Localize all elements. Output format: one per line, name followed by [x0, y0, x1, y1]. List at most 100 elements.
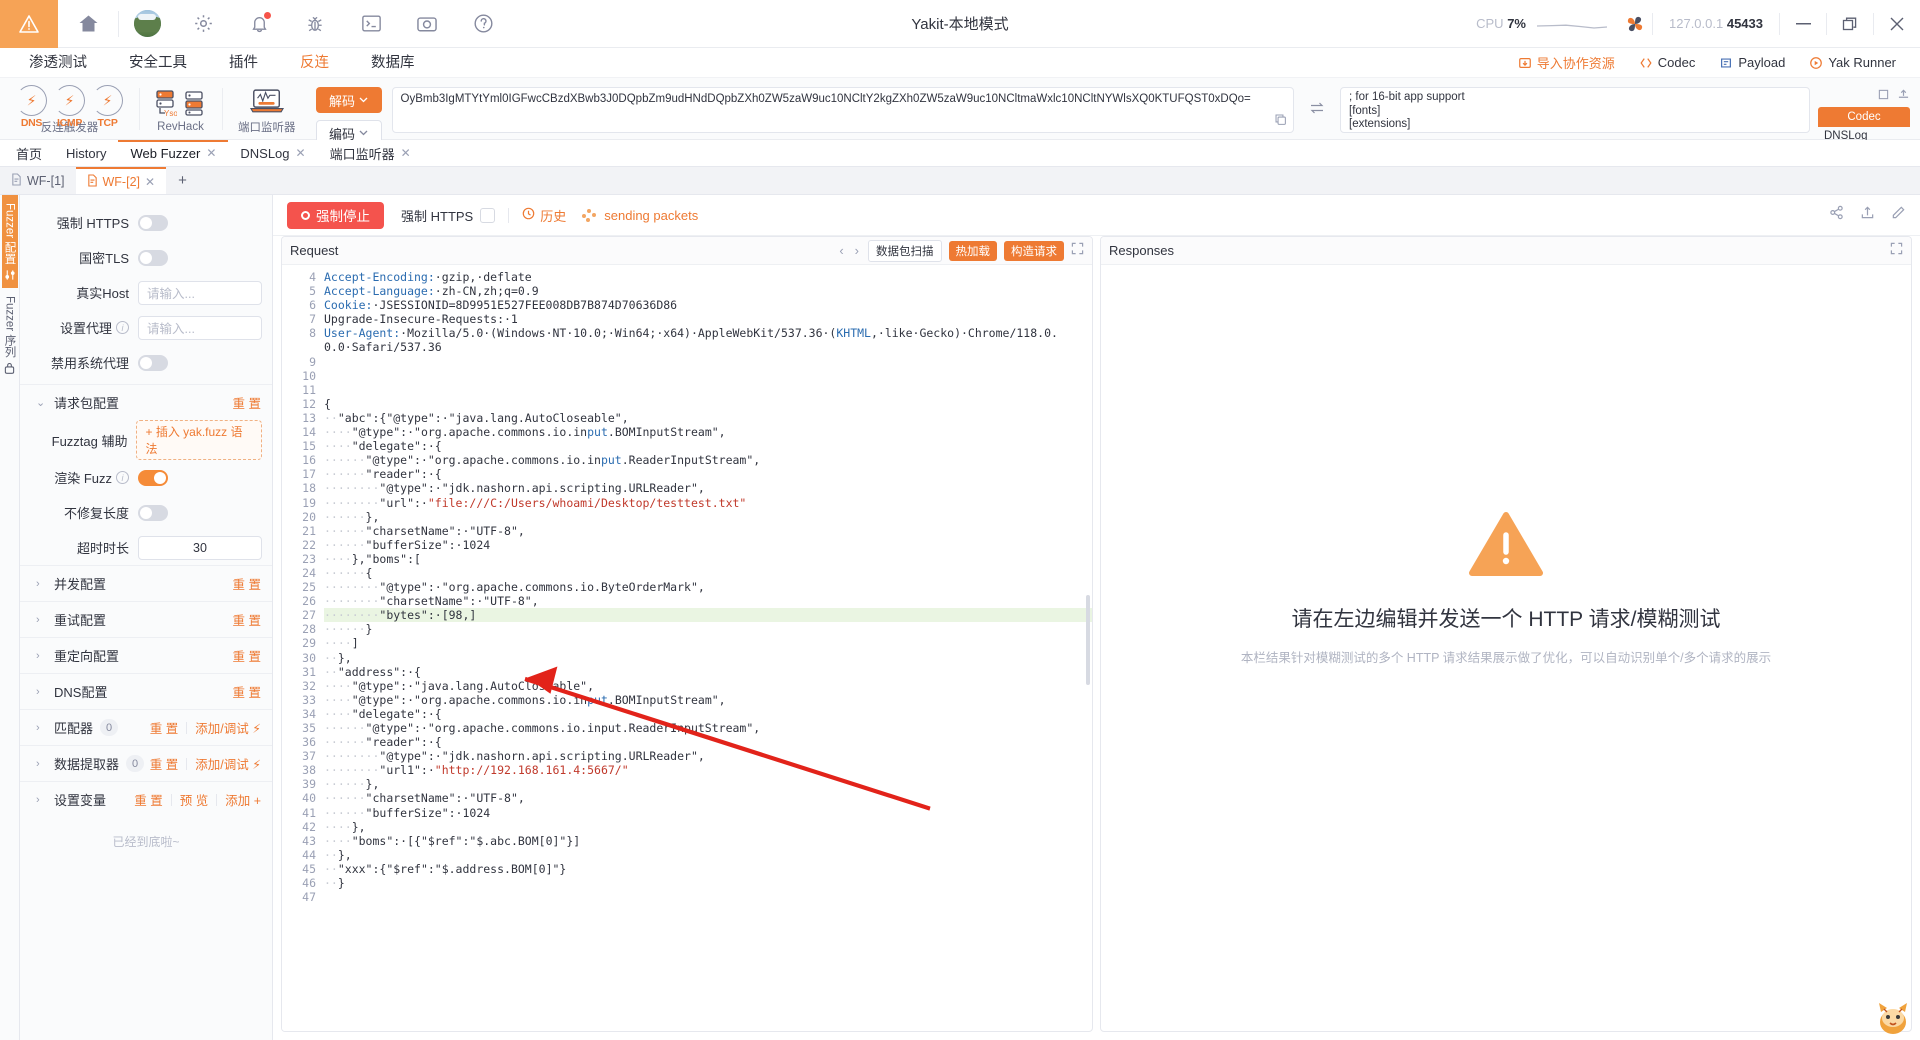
- restore-small-icon[interactable]: [1878, 87, 1889, 105]
- import-collab-resource-button[interactable]: 导入协作资源: [1508, 50, 1625, 75]
- code-line[interactable]: 0.0·Safari/537.36: [324, 340, 1092, 354]
- edit-icon[interactable]: [1891, 205, 1906, 225]
- code-line[interactable]: [324, 383, 1092, 397]
- bug-icon[interactable]: [287, 0, 343, 48]
- code-line[interactable]: [324, 890, 1092, 904]
- reset-extractor[interactable]: 重 置: [150, 754, 178, 773]
- code-line[interactable]: [324, 355, 1092, 369]
- code-line[interactable]: ······"bufferSize":·1024: [324, 538, 1092, 552]
- chevron-left-icon[interactable]: ‹: [837, 243, 845, 258]
- gear-icon[interactable]: [175, 0, 231, 48]
- tab-history[interactable]: History: [54, 140, 118, 166]
- chevron-right-icon[interactable]: ›: [853, 243, 861, 258]
- code-line[interactable]: ······"charsetName":·"UTF-8",: [324, 524, 1092, 538]
- code-line[interactable]: ····"@type":·"org.apache.commons.io.inpu…: [324, 693, 1092, 707]
- share-icon[interactable]: [1829, 205, 1844, 225]
- rail-tab-fuzzer-config[interactable]: Fuzzer 配置: [1, 195, 18, 289]
- info-icon[interactable]: i: [116, 321, 129, 334]
- tiger-mascot[interactable]: [1872, 996, 1914, 1036]
- reset-dns-config[interactable]: 重 置: [233, 682, 261, 701]
- input-real-host[interactable]: 请输入...: [138, 280, 262, 305]
- expand-icon[interactable]: [1071, 242, 1084, 260]
- server-icon[interactable]: [184, 89, 206, 117]
- code-line[interactable]: [324, 369, 1092, 383]
- close-icon[interactable]: ✕: [145, 175, 155, 189]
- menu-item-4[interactable]: 数据库: [350, 48, 436, 78]
- tab-dnslog[interactable]: DNSLog ✕: [228, 140, 317, 166]
- home-icon[interactable]: [58, 0, 118, 48]
- codec-chip[interactable]: Codec: [1818, 107, 1910, 127]
- reset-variables[interactable]: 重 置: [134, 790, 162, 809]
- code-line[interactable]: ······"@type":·"org.apache.commons.io.in…: [324, 453, 1092, 467]
- user-avatar[interactable]: [119, 0, 175, 48]
- decode-button[interactable]: 解码: [315, 87, 382, 113]
- close-icon[interactable]: ✕: [206, 146, 216, 160]
- code-line[interactable]: ········"@type":·"jdk.nashorn.api.script…: [324, 749, 1092, 763]
- insert-yakfuzz-syntax-button[interactable]: + 插入 yak.fuzz 语法: [136, 420, 262, 460]
- add-fuzzer-tab-button[interactable]: +: [166, 167, 199, 194]
- toggle-render-fuzz[interactable]: [138, 469, 168, 486]
- code-line[interactable]: ··},: [324, 651, 1092, 665]
- menu-item-2[interactable]: 插件: [208, 48, 279, 78]
- config-section-variables-header[interactable]: › 设置变量 重 置 预 览 添加 +: [20, 782, 272, 817]
- code-line[interactable]: ······{: [324, 566, 1092, 580]
- code-line[interactable]: ········"charsetName":·"UTF-8",: [324, 594, 1092, 608]
- reset-request-config[interactable]: 重 置: [233, 393, 261, 412]
- code-line[interactable]: User-Agent:·Mozilla/5.0·(Windows·NT·10.0…: [324, 326, 1092, 340]
- code-line[interactable]: Upgrade-Insecure-Requests:·1: [324, 312, 1092, 326]
- add-variable[interactable]: 添加 +: [225, 790, 261, 809]
- code-line[interactable]: ········"bytes":·[98,]: [324, 608, 1092, 623]
- code-line[interactable]: {: [324, 397, 1092, 411]
- code-line[interactable]: ······"charsetName":·"UTF-8",: [324, 791, 1092, 805]
- warning-triangle-icon[interactable]: [0, 0, 58, 48]
- close-icon[interactable]: ✕: [296, 146, 306, 160]
- force-https-checkbox[interactable]: [480, 207, 496, 223]
- terminal-icon[interactable]: [343, 0, 399, 48]
- restore-icon[interactable]: [1827, 0, 1873, 48]
- code-line[interactable]: Cookie:·JSESSIONID=8D9951E527FEE008DB7B8…: [324, 298, 1092, 312]
- code-line[interactable]: ······"reader":·{: [324, 735, 1092, 749]
- config-section-request-header[interactable]: ⌄ 请求包配置 重 置: [20, 385, 272, 420]
- reset-redirect-config[interactable]: 重 置: [233, 646, 261, 665]
- bell-icon[interactable]: [231, 0, 287, 48]
- code-line[interactable]: ······},: [324, 510, 1092, 524]
- tab-home[interactable]: 首页: [4, 140, 54, 166]
- config-section-extractor-header[interactable]: › 数据提取器 0 重 置 添加/调试 ⚡: [20, 746, 272, 781]
- history-button[interactable]: 历史: [522, 206, 566, 225]
- code-line[interactable]: ··"abc":{"@type":·"java.lang.AutoCloseab…: [324, 411, 1092, 425]
- build-request-button[interactable]: 构造请求: [1004, 240, 1064, 261]
- collapse-up-icon[interactable]: [1897, 87, 1910, 105]
- server-address[interactable]: 127.0.0.1 45433: [1653, 16, 1779, 31]
- code-line[interactable]: ······},: [324, 777, 1092, 791]
- tab-port-listener[interactable]: 端口监听器 ✕: [318, 140, 423, 166]
- toggle-no-fix-length[interactable]: [138, 504, 168, 521]
- code-line[interactable]: ····},"boms":[: [324, 552, 1092, 566]
- code-line[interactable]: ········"@type":·"org.apache.commons.io.…: [324, 580, 1092, 594]
- expand-icon[interactable]: [1890, 242, 1903, 260]
- fuzzer-tab-wf2[interactable]: WF-[2] ✕: [75, 167, 167, 194]
- payload-button[interactable]: Payload: [1709, 52, 1795, 73]
- yak-runner-button[interactable]: Yak Runner: [1799, 52, 1906, 73]
- request-editor[interactable]: 4567891011121314151617181920212223242526…: [282, 265, 1092, 1031]
- code-line[interactable]: ······"bufferSize":·1024: [324, 806, 1092, 820]
- code-line[interactable]: ····"delegate":·{: [324, 707, 1092, 721]
- reset-retry-config[interactable]: 重 置: [233, 610, 261, 629]
- config-section-redirect-header[interactable]: › 重定向配置 重 置: [20, 638, 272, 673]
- camera-icon[interactable]: [399, 0, 455, 48]
- code-line[interactable]: ······}: [324, 622, 1092, 636]
- preview-variables[interactable]: 预 览: [180, 790, 208, 809]
- code-line[interactable]: ······"@type":·"org.apache.commons.io.in…: [324, 721, 1092, 735]
- code-line[interactable]: ····"@type":·"java.lang.AutoCloseable",: [324, 679, 1092, 693]
- copy-icon[interactable]: [1274, 113, 1287, 130]
- toggle-gm-tls[interactable]: [138, 249, 168, 266]
- add-debug-matcher[interactable]: 添加/调试 ⚡: [195, 718, 261, 737]
- config-section-matcher-header[interactable]: › 匹配器 0 重 置 添加/调试 ⚡: [20, 710, 272, 745]
- swap-arrows-icon[interactable]: [1304, 87, 1330, 115]
- vertical-scrollbar[interactable]: [1086, 595, 1090, 685]
- menu-item-1[interactable]: 安全工具: [108, 48, 208, 78]
- code-line[interactable]: ··},: [324, 848, 1092, 862]
- toggle-disable-system-proxy[interactable]: [138, 354, 168, 371]
- code-line[interactable]: Accept-Language:·zh-CN,zh;q=0.9: [324, 284, 1092, 298]
- code-line[interactable]: ····"delegate":·{: [324, 439, 1092, 453]
- close-icon[interactable]: [1874, 0, 1920, 48]
